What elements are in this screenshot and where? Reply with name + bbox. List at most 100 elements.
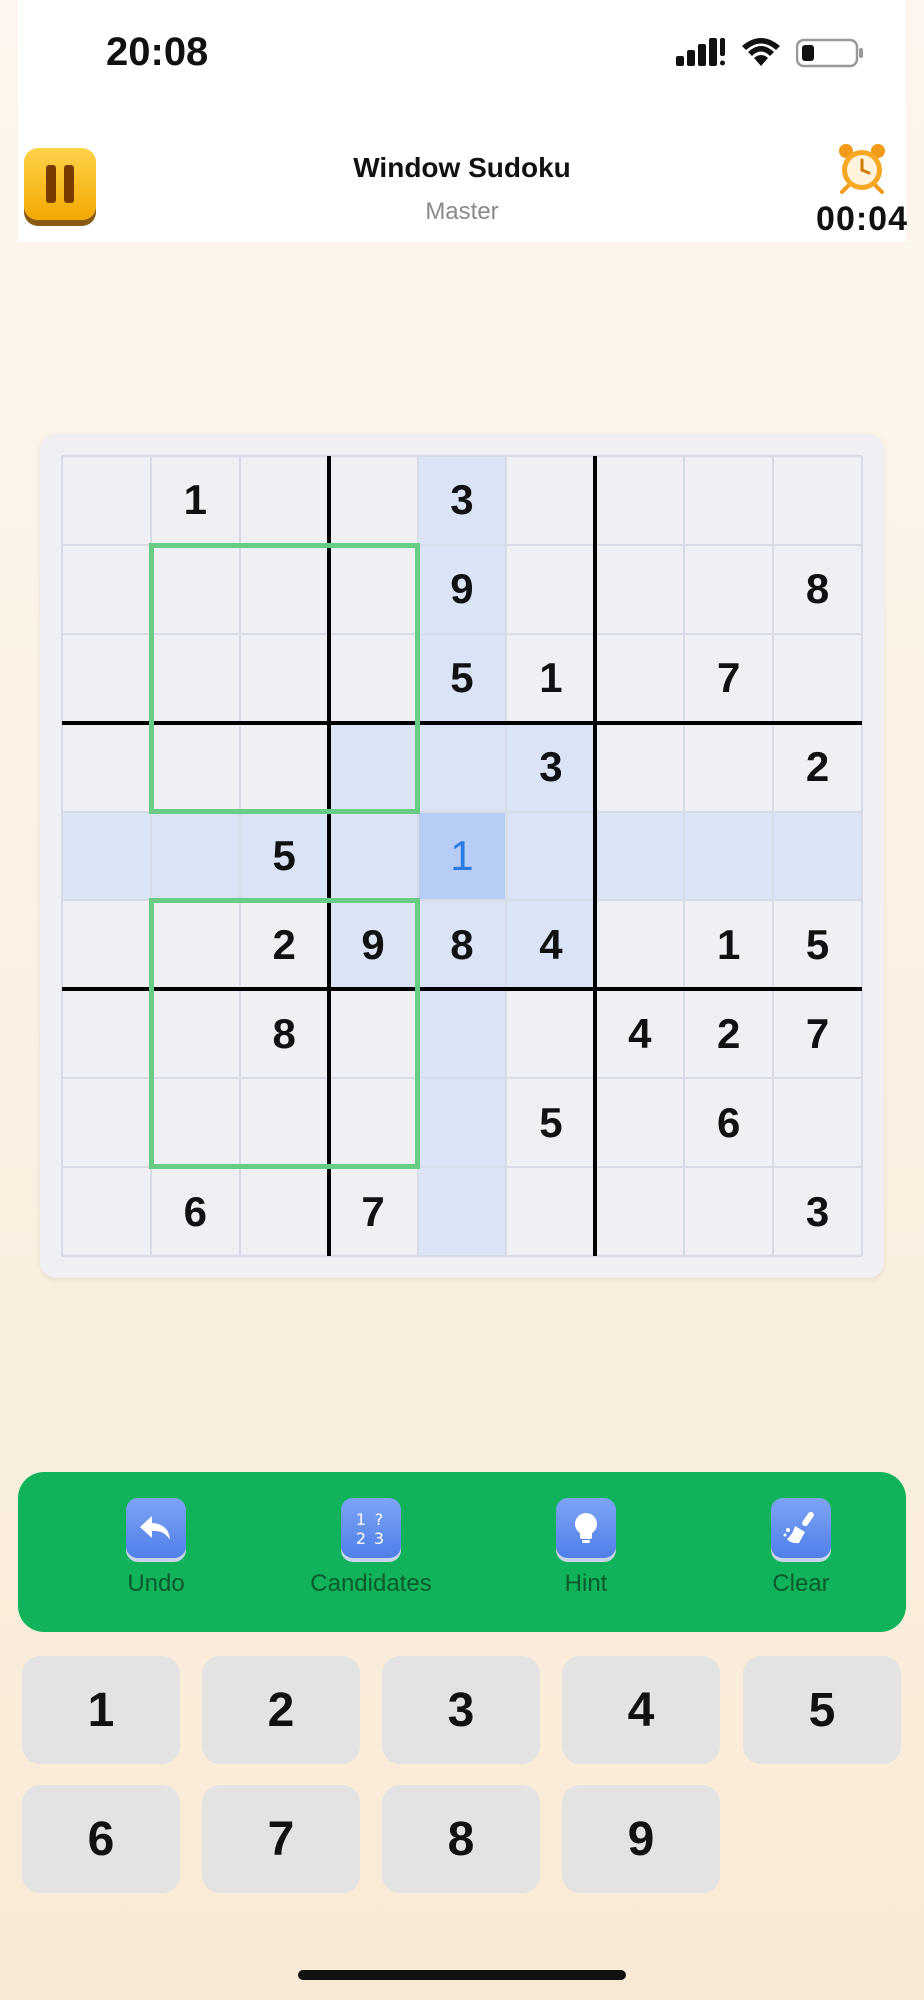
board-cell[interactable] (417, 1167, 507, 1256)
board-cell[interactable] (595, 545, 684, 634)
keypad-8[interactable]: 8 (382, 1785, 540, 1893)
board-cell[interactable] (684, 456, 773, 545)
board-cell[interactable]: 9 (328, 900, 418, 990)
board-cell[interactable] (240, 634, 329, 723)
selected-cell[interactable]: 1 (417, 811, 507, 901)
board-cell[interactable] (595, 900, 684, 989)
svg-text:3: 3 (374, 1529, 384, 1548)
board-cell[interactable] (151, 1078, 240, 1167)
board-cell[interactable]: 8 (417, 900, 507, 990)
board-cell[interactable]: 6 (151, 1167, 240, 1256)
keypad-2[interactable]: 2 (202, 1656, 360, 1764)
board-cell[interactable] (595, 456, 684, 545)
board-cell[interactable] (684, 811, 774, 901)
board-cell[interactable] (151, 545, 240, 634)
board-cell[interactable]: 1 (506, 634, 595, 723)
board-cell[interactable]: 9 (417, 544, 507, 634)
undo-button[interactable]: Undo (66, 1498, 246, 1598)
board-cell[interactable] (62, 1167, 151, 1256)
board-cell[interactable] (684, 545, 773, 634)
clear-button[interactable]: Clear (711, 1498, 891, 1598)
board-cell[interactable]: 1 (151, 456, 240, 545)
board-cell[interactable] (773, 456, 862, 545)
board-cell[interactable] (151, 723, 240, 812)
board-cell[interactable] (506, 545, 595, 634)
board-cell[interactable]: 2 (684, 989, 773, 1078)
keypad-3[interactable]: 3 (382, 1656, 540, 1764)
board-cell[interactable]: 1 (684, 900, 773, 989)
board-cell[interactable] (595, 634, 684, 723)
hint-button[interactable]: Hint (496, 1498, 676, 1598)
board-cell[interactable] (684, 723, 773, 812)
game-title: Window Sudoku (353, 152, 571, 183)
board-cell[interactable] (328, 811, 418, 901)
board-cell[interactable]: 7 (684, 634, 773, 723)
board-cell[interactable] (150, 811, 240, 901)
board-cell[interactable] (329, 1078, 418, 1167)
board-cell[interactable] (62, 1078, 151, 1167)
tool-bar: Undo 1 ? 2 3 Candidates Hint Clear (18, 1472, 906, 1632)
board-cell[interactable]: 6 (684, 1078, 773, 1167)
board-cell[interactable]: 8 (773, 545, 862, 634)
board-cell[interactable] (240, 545, 329, 634)
board-cell[interactable] (506, 989, 595, 1078)
board-cell[interactable]: 3 (417, 456, 507, 545)
board-cell[interactable]: 2 (240, 900, 329, 989)
board-cell[interactable] (506, 811, 596, 901)
board-cell[interactable] (595, 1078, 684, 1167)
board-cell[interactable] (329, 456, 418, 545)
board-cell[interactable] (417, 989, 507, 1079)
board-cell[interactable] (329, 545, 418, 634)
board-cell[interactable] (773, 811, 862, 901)
board-cell[interactable]: 5 (239, 811, 329, 901)
keypad-1[interactable]: 1 (22, 1656, 180, 1764)
board-cell[interactable]: 5 (417, 633, 507, 723)
board-cell[interactable]: 4 (506, 900, 596, 990)
keypad-5[interactable]: 5 (743, 1656, 901, 1764)
board-cell[interactable] (240, 456, 329, 545)
board-cell[interactable] (62, 634, 151, 723)
board-cell[interactable]: 7 (329, 1167, 418, 1256)
board-cell[interactable] (773, 634, 862, 723)
board-cell[interactable] (773, 1078, 862, 1167)
board-cell[interactable] (328, 722, 418, 812)
keypad-9[interactable]: 9 (562, 1785, 720, 1893)
board-cell[interactable] (62, 723, 151, 812)
board-cell[interactable] (506, 1167, 595, 1256)
board-cell[interactable]: 5 (773, 900, 862, 989)
board-cell[interactable] (240, 1078, 329, 1167)
board-cell[interactable] (595, 811, 685, 901)
board-cell[interactable] (151, 989, 240, 1078)
board-cell[interactable] (62, 900, 151, 989)
board-cell[interactable]: 5 (506, 1078, 595, 1167)
board-cell[interactable]: 2 (773, 723, 862, 812)
keypad-4[interactable]: 4 (562, 1656, 720, 1764)
candidates-button[interactable]: 1 ? 2 3 Candidates (281, 1498, 461, 1598)
board-cell[interactable] (506, 456, 595, 545)
board-cell[interactable] (417, 722, 507, 812)
cellular-signal-icon (676, 38, 725, 66)
board-cell[interactable]: 7 (773, 989, 862, 1078)
board-cell[interactable]: 4 (595, 989, 684, 1078)
board-cell[interactable] (329, 989, 418, 1078)
board-cell[interactable] (595, 723, 684, 812)
keypad-7[interactable]: 7 (202, 1785, 360, 1893)
keypad-6[interactable]: 6 (22, 1785, 180, 1893)
board-cell[interactable]: 3 (506, 722, 596, 812)
board-cell[interactable] (62, 456, 151, 545)
board-cell[interactable] (329, 634, 418, 723)
board-cell[interactable] (684, 1167, 773, 1256)
candidates-icon: 1 ? 2 3 (341, 1498, 401, 1558)
board-cell[interactable]: 3 (773, 1167, 862, 1256)
clear-label: Clear (772, 1570, 830, 1597)
board-cell[interactable] (62, 989, 151, 1078)
board-cell[interactable] (62, 545, 151, 634)
board-cell[interactable]: 8 (240, 989, 329, 1078)
board-cell[interactable] (240, 723, 329, 812)
board-cell[interactable] (151, 900, 240, 989)
board-cell[interactable] (62, 811, 151, 901)
board-cell[interactable] (595, 1167, 684, 1256)
board-cell[interactable] (151, 634, 240, 723)
board-cell[interactable] (417, 1078, 507, 1168)
board-cell[interactable] (240, 1167, 329, 1256)
